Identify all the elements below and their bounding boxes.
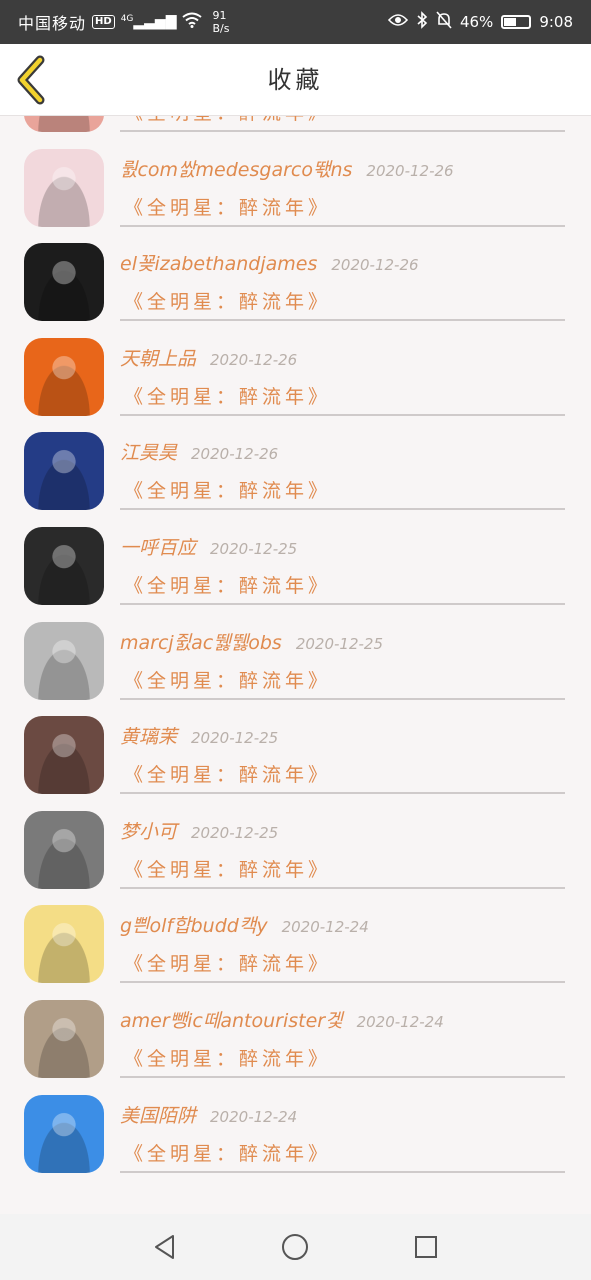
- list-item[interactable]: 梦小可 2020-12-25 《全明星：醉流年》: [0, 795, 591, 890]
- system-nav-bar: [0, 1214, 591, 1280]
- signal-icon: 4G▂▃▅▇: [120, 14, 177, 30]
- carrier-name: 中国移动: [18, 14, 87, 33]
- song-title[interactable]: 《全明星：醉流年》: [124, 1139, 331, 1166]
- nav-home-button[interactable]: [275, 1227, 315, 1267]
- divider: [120, 1170, 565, 1173]
- avatar[interactable]: [24, 999, 104, 1078]
- avatar[interactable]: [24, 243, 104, 322]
- user-name: marcj쥜ac뛣뛣obs 2020-12-25: [120, 631, 383, 654]
- item-date: 2020-12-26: [191, 445, 279, 464]
- battery-percent: 46%: [459, 13, 494, 31]
- bluetooth-icon: [416, 11, 428, 33]
- list-item[interactable]: 天朝上品 2020-12-26 《全明星：醉流年》: [0, 322, 591, 417]
- song-title[interactable]: 《全明星：醉流年》: [124, 760, 331, 787]
- song-title[interactable]: 《全明星：醉流年》: [124, 287, 331, 314]
- user-name: el꾲izabethandjames 2020-12-26: [120, 253, 419, 276]
- item-date: 2020-12-24: [356, 1012, 444, 1031]
- item-date: 2020-12-26: [210, 350, 298, 369]
- clock: 9:08: [539, 13, 573, 31]
- list-item[interactable]: 一呼百应 2020-12-25 《全明星：醉流年》: [0, 511, 591, 606]
- app-header: 收藏: [0, 44, 591, 116]
- user-name: amer뺑ic떼antourister겣 2020-12-24: [120, 1009, 444, 1032]
- avatar[interactable]: [24, 337, 104, 416]
- item-date: 2020-12-26: [366, 161, 454, 180]
- list-item[interactable]: el꾲izabethandjames 2020-12-26 《全明星：醉流年》: [0, 227, 591, 322]
- home-circle-icon: [282, 1234, 309, 1260]
- item-date: 2020-12-25: [210, 539, 298, 558]
- song-title[interactable]: 《全明星：醉流年》: [124, 666, 331, 693]
- item-date: 2020-12-25: [295, 634, 383, 653]
- nav-recents-button[interactable]: [406, 1227, 446, 1267]
- hd-badge: HD: [92, 15, 115, 29]
- user-name: 黄璃茉 2020-12-25: [120, 726, 279, 749]
- song-title[interactable]: 《全明星：醉流年》: [124, 1044, 331, 1071]
- network-speed: 91 B/s: [212, 9, 230, 35]
- list-item[interactable]: 江昊昊 2020-12-26 《全明星：醉流年》: [0, 416, 591, 511]
- avatar[interactable]: [24, 1094, 104, 1173]
- user-name: g쁸olf합budd캑y 2020-12-24: [120, 915, 369, 938]
- item-date: 2020-12-24: [281, 918, 369, 937]
- list-item[interactable]: 王旭奶奶2020-12-26 《全明星：醉流年》: [0, 116, 591, 133]
- avatar[interactable]: [24, 116, 104, 132]
- nav-back-button[interactable]: [145, 1227, 185, 1267]
- user-name: 一呼百应 2020-12-25: [120, 536, 298, 559]
- song-title[interactable]: 《全明星：醉流年》: [124, 855, 331, 882]
- song-title[interactable]: 《全明星：醉流年》: [124, 193, 331, 220]
- avatar[interactable]: [24, 810, 104, 889]
- item-date: 2020-12-25: [191, 823, 279, 842]
- user-name: 江昊昊 2020-12-26: [120, 442, 279, 465]
- user-name: 뤐com쌄medesgarco뙋ns 2020-12-26: [120, 158, 454, 181]
- song-title[interactable]: 《全明星：醉流年》: [124, 949, 331, 976]
- status-bar: 中国移动 HD 4G▂▃▅▇ 91 B/s 46% 9:08: [0, 0, 591, 44]
- item-date: 2020-12-25: [191, 729, 279, 748]
- eye-icon: [387, 13, 409, 31]
- user-name: 美国陌阱 2020-12-24: [120, 1104, 298, 1127]
- song-title[interactable]: 《全明星：醉流年》: [124, 476, 331, 503]
- favorites-list[interactable]: 王旭奶奶2020-12-26 《全明星：醉流年》 뤐com쌄medesgarco…: [0, 116, 591, 1214]
- avatar[interactable]: [24, 621, 104, 700]
- avatar[interactable]: [24, 905, 104, 984]
- item-date: 2020-12-26: [331, 256, 419, 275]
- item-date: 2020-12-24: [210, 1107, 298, 1126]
- back-triangle-icon: [155, 1235, 175, 1259]
- list-item[interactable]: 黄璃茉 2020-12-25 《全明星：醉流年》: [0, 700, 591, 795]
- avatar[interactable]: [24, 526, 104, 605]
- user-name: 天朝上品 2020-12-26: [120, 347, 298, 370]
- song-title[interactable]: 《全明星：醉流年》: [124, 116, 331, 125]
- avatar[interactable]: [24, 716, 104, 795]
- battery-icon: [501, 15, 532, 29]
- list-item[interactable]: marcj쥜ac뛣뛣obs 2020-12-25 《全明星：醉流年》: [0, 606, 591, 701]
- song-title[interactable]: 《全明星：醉流年》: [124, 382, 331, 409]
- list-item[interactable]: 美国陌阱 2020-12-24 《全明星：醉流年》: [0, 1079, 591, 1174]
- wifi-icon: [182, 12, 203, 32]
- list-item[interactable]: amer뺑ic떼antourister겣 2020-12-24 《全明星：醉流年》: [0, 984, 591, 1079]
- list-item[interactable]: 뤐com쌄medesgarco뙋ns 2020-12-26 《全明星：醉流年》: [0, 133, 591, 228]
- song-title[interactable]: 《全明星：醉流年》: [124, 571, 331, 598]
- user-name: 梦小可 2020-12-25: [120, 820, 279, 843]
- recents-square-icon: [414, 1236, 437, 1258]
- page-title: 收藏: [267, 66, 324, 94]
- list-item[interactable]: g쁸olf합budd캑y 2020-12-24 《全明星：醉流年》: [0, 889, 591, 984]
- avatar[interactable]: [24, 148, 104, 227]
- avatar[interactable]: [24, 432, 104, 511]
- mute-bell-icon: [436, 11, 452, 33]
